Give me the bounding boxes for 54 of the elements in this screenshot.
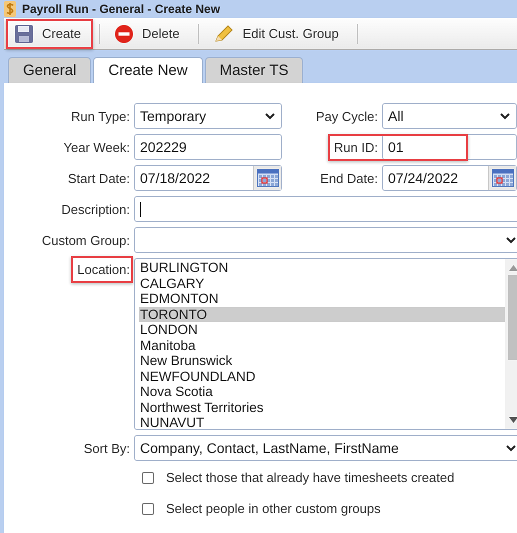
toolbar-button[interactable]: Delete <box>106 18 192 48</box>
scrollbar[interactable] <box>505 259 517 429</box>
field-label: Year Week: <box>64 140 130 154</box>
tab[interactable]: Create New <box>93 57 203 83</box>
start-date-field[interactable]: 07/18/2022 <box>134 165 282 191</box>
end-date-field[interactable]: 07/24/2022 <box>382 165 517 191</box>
list-item[interactable]: LONDON <box>139 322 505 338</box>
description-field[interactable] <box>134 196 517 222</box>
field-label: Location: <box>77 262 130 277</box>
tab[interactable]: General <box>8 57 92 83</box>
list-item[interactable]: CALGARY <box>139 276 505 291</box>
chevron-down-icon <box>505 444 517 452</box>
list-item[interactable]: EDMONTON <box>139 291 505 306</box>
list-item[interactable]: Northwest Territories <box>139 400 505 415</box>
checkbox-label: Select people in other custom groups <box>166 501 381 516</box>
chevron-down-icon <box>505 236 517 244</box>
list-item[interactable]: New Brunswick <box>139 353 505 368</box>
field-label: Pay Cycle: <box>316 108 378 124</box>
run-type-select[interactable]: Temporary <box>134 103 282 129</box>
field-label: End Date: <box>320 170 378 186</box>
dollar-icon <box>4 1 16 17</box>
run-id-field[interactable]: 01 <box>382 134 517 160</box>
year-week-field[interactable]: 202229 <box>134 134 282 160</box>
list-item[interactable]: BURLINGTON <box>139 260 505 276</box>
checkbox[interactable] <box>142 472 154 484</box>
list-item[interactable]: TORONTO <box>139 306 505 322</box>
field-label: Custom Group: <box>42 232 130 248</box>
checkbox-label: Select those that already have timesheets created <box>166 470 454 485</box>
field-label: Sort By: <box>84 440 130 456</box>
field-label: Run ID: <box>334 140 378 154</box>
pencil-icon <box>212 24 235 44</box>
scroll-down-icon <box>509 417 517 423</box>
calendar-icon <box>492 169 514 187</box>
window-title: Payroll Run - General - Create New <box>22 2 220 16</box>
sort-by-select[interactable]: Company, Contact, LastName, FirstName <box>134 435 517 461</box>
delete-icon <box>114 24 134 44</box>
checkbox[interactable] <box>142 502 154 514</box>
field-label: Start Date: <box>68 170 130 186</box>
tab[interactable]: Master TS <box>204 57 304 83</box>
custom-group-select[interactable] <box>134 227 517 253</box>
list-item[interactable]: NUNAVUT <box>139 415 505 429</box>
toolbar-button[interactable]: Edit Cust. Group <box>204 18 351 48</box>
scroll-up-icon <box>509 265 517 271</box>
chevron-down-icon <box>264 112 276 120</box>
list-item[interactable]: NEWFOUNDLAND <box>139 368 505 384</box>
calendar-icon <box>256 169 278 187</box>
toolbar-button[interactable]: Create <box>6 18 94 48</box>
field-label: Run Type: <box>70 108 130 124</box>
chevron-down-icon <box>499 112 511 120</box>
location-list[interactable]: BURLINGTON CALGARY EDMONTON TORONTO LONDON Manitoba New Brunswick NEWFOUNDLAND Nova Scotia Northwest Territories NUNAVUT <box>134 258 517 430</box>
pay-cycle-select[interactable]: All <box>382 103 517 129</box>
list-item[interactable]: Manitoba <box>139 338 505 353</box>
field-label: Description: <box>61 202 130 216</box>
list-item[interactable]: Nova Scotia <box>139 384 505 400</box>
